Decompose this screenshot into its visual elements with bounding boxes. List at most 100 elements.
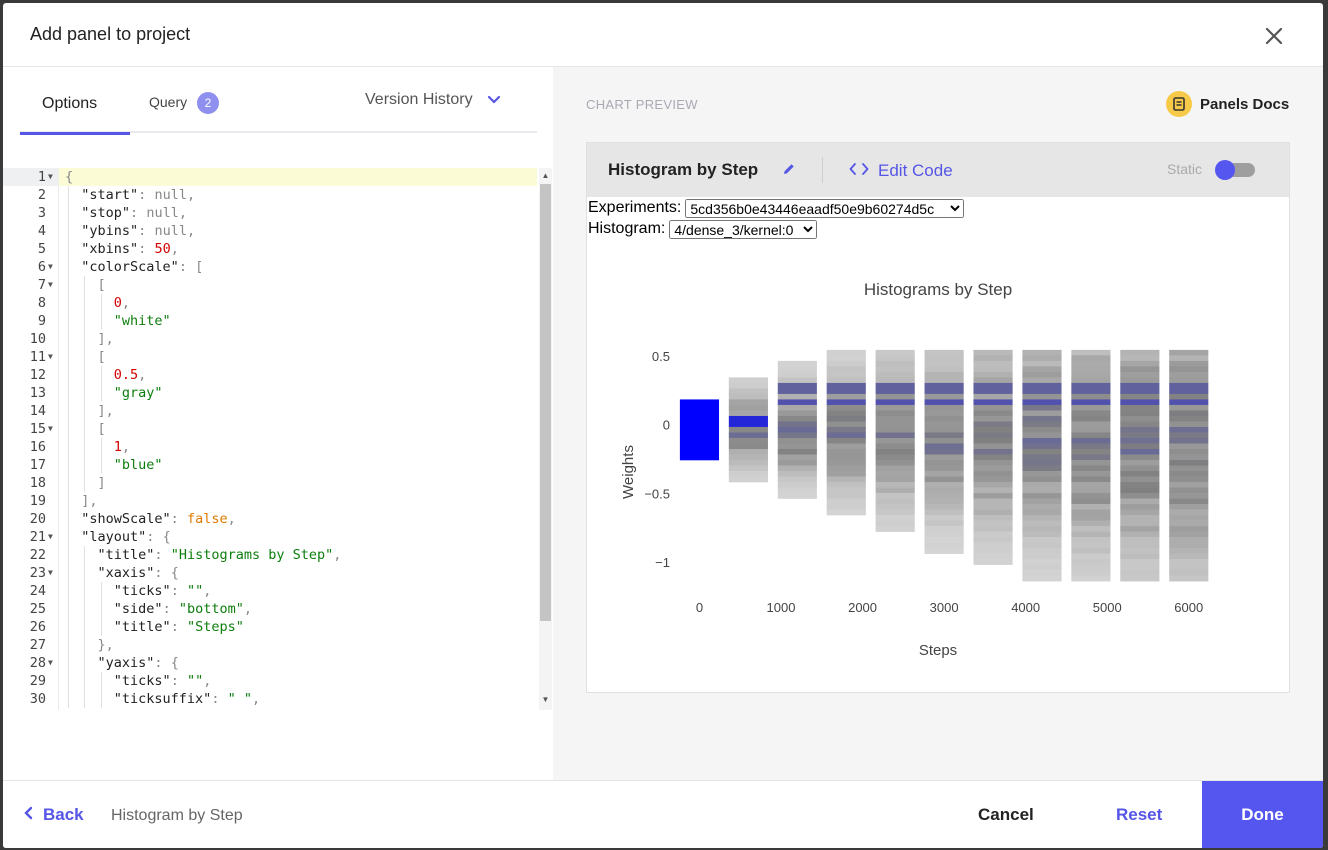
histogram-bin <box>924 537 964 543</box>
code-line: "ticks": "", <box>113 673 212 689</box>
line-number: 9 <box>37 313 46 329</box>
histogram-bin <box>777 437 817 444</box>
histogram-bin <box>826 448 866 455</box>
reset-button[interactable]: Reset <box>1116 805 1162 825</box>
tab-query[interactable]: Query 2 <box>149 67 229 133</box>
histogram-bin <box>973 377 1013 384</box>
histogram-bin <box>1169 553 1209 560</box>
histogram-bin <box>875 349 915 356</box>
code-editor[interactable]: 1 ▼ 2 3 4 5 6 ▼ 7 ▼ 8 9 10 11 ▼ 12 13 14 15 ▼ 16 17 18 19 20 21 ▼ 2… <box>3 168 553 710</box>
chevron-down-icon <box>487 95 501 104</box>
scroll-up-icon[interactable]: ▲ <box>539 170 552 182</box>
histogram-bin <box>777 426 817 433</box>
histogram-bin <box>1169 564 1209 571</box>
done-button[interactable]: Done <box>1202 781 1323 848</box>
histogram-bin <box>1120 410 1160 417</box>
histogram-bin <box>973 526 1013 532</box>
histogram-bin <box>1120 399 1160 406</box>
histogram-bin <box>1120 548 1160 554</box>
version-history-label: Version History <box>365 91 473 108</box>
modal-header: Add panel to project <box>3 3 1323 67</box>
line-number: 27 <box>29 637 46 653</box>
histogram-bin <box>1022 393 1062 400</box>
histogram-bin <box>1169 487 1209 494</box>
histogram-select[interactable]: 4/dense_3/kernel:0 <box>669 220 818 239</box>
cancel-button[interactable]: Cancel <box>978 805 1034 825</box>
scrollbar-thumb[interactable] <box>540 184 551 621</box>
close-button[interactable] <box>1261 23 1287 49</box>
fold-toggle-icon[interactable]: ▼ <box>48 654 56 672</box>
fold-toggle-icon[interactable]: ▼ <box>48 258 56 276</box>
histogram-bin <box>1169 542 1209 549</box>
histogram-bin <box>1022 399 1062 406</box>
histogram-bin <box>728 437 768 444</box>
histogram-bin <box>973 404 1013 411</box>
histogram-bin <box>1022 476 1062 483</box>
line-number: 30 <box>29 691 46 707</box>
indent-guide <box>100 582 102 636</box>
histogram-bin <box>924 432 964 439</box>
histogram-bin <box>1071 410 1111 417</box>
code-line: "colorScale": [ <box>81 259 204 275</box>
histogram-bin <box>1071 377 1111 384</box>
histogram-bin <box>1120 553 1160 560</box>
histogram-bin <box>875 393 915 400</box>
histogram-bin <box>1071 448 1111 455</box>
histogram-bin <box>973 437 1013 444</box>
version-history-dropdown[interactable]: Version History <box>365 91 501 109</box>
edit-title-button[interactable] <box>782 162 796 181</box>
histogram-bin <box>1120 432 1160 439</box>
histogram-bin <box>1169 377 1209 384</box>
histogram-bin <box>1120 515 1160 521</box>
scroll-down-icon[interactable]: ▼ <box>539 694 552 706</box>
code-content[interactable]: { "start": null, "stop": null, "ybins": … <box>59 168 537 710</box>
edit-code-label: Edit Code <box>878 161 953 180</box>
histogram-bin <box>826 377 866 384</box>
fold-toggle-icon[interactable]: ▼ <box>48 276 56 294</box>
histogram-bin <box>1022 360 1062 367</box>
histogram-bin <box>1169 360 1209 367</box>
histogram-bin <box>679 432 720 439</box>
fold-toggle-icon[interactable]: ▼ <box>48 528 56 546</box>
histogram-bin <box>973 432 1013 439</box>
histogram-bin <box>826 460 866 466</box>
fold-toggle-icon[interactable]: ▼ <box>48 348 56 366</box>
histogram-bin <box>1022 404 1062 411</box>
histogram-bin <box>1120 531 1160 538</box>
x-tick-label: 6000 <box>1174 600 1203 615</box>
x-tick-label: 1000 <box>767 600 796 615</box>
back-button[interactable]: Back <box>23 805 84 825</box>
editor-scrollbar[interactable]: ▲ ▼ <box>539 168 552 710</box>
histogram-bin <box>1120 465 1160 472</box>
histogram-bin <box>924 504 964 510</box>
histogram-bin <box>1022 504 1062 510</box>
histogram-bin <box>1071 404 1111 411</box>
histogram-bin <box>1169 537 1209 543</box>
panels-docs-label: Panels Docs <box>1200 96 1290 113</box>
code-line: "blue" <box>113 457 163 473</box>
histogram-bin <box>1022 570 1062 576</box>
histogram-bin <box>1169 504 1209 510</box>
histogram-bin <box>679 448 720 455</box>
histogram-bin <box>826 482 866 488</box>
x-axis-label: Steps <box>919 642 957 659</box>
x-tick-label: 0 <box>696 600 703 615</box>
tab-query-label: Query <box>149 94 188 110</box>
tab-options[interactable]: Options <box>20 67 130 135</box>
histogram-bin <box>1169 437 1209 444</box>
y-axis-label: Weights <box>620 445 637 499</box>
histogram-bin <box>1169 570 1209 576</box>
histogram-bin <box>1169 393 1209 400</box>
experiment-select[interactable]: 5cd356b0e43446eaadf50e9b60274d5c <box>685 199 965 218</box>
fold-toggle-icon[interactable]: ▼ <box>48 564 56 582</box>
line-number-gutter: 1 ▼ 2 3 4 5 6 ▼ 7 ▼ 8 9 10 11 ▼ 12 13 14 15 ▼ 16 17 18 19 20 21 ▼ 2… <box>3 168 59 710</box>
histogram-bin <box>1120 377 1160 384</box>
fold-toggle-icon[interactable]: ▼ <box>48 168 56 186</box>
static-toggle[interactable] <box>1215 160 1255 180</box>
histogram-bin <box>973 454 1013 461</box>
histogram-bin <box>924 426 964 433</box>
fold-toggle-icon[interactable]: ▼ <box>48 420 56 438</box>
edit-code-button[interactable]: Edit Code <box>849 161 953 181</box>
histogram-bin <box>1169 559 1209 565</box>
histogram-bin <box>1169 515 1209 521</box>
